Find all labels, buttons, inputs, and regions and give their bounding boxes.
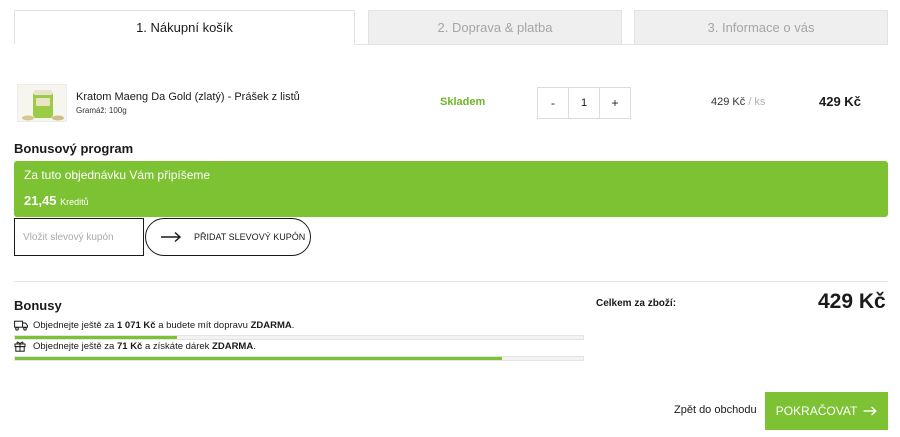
free-shipping-bonus: Objednejte ještě za 1 071 Kč a budete mí… — [14, 319, 294, 331]
gift-bonus-middle: a získáte dárek — [144, 340, 210, 352]
free-gift-progress-fill — [15, 357, 503, 360]
add-coupon-label: PŘIDAT SLEVOVÝ KUPÓN — [194, 232, 306, 242]
arrow-right-icon — [160, 231, 184, 243]
quantity-decrease-button[interactable]: - — [538, 88, 569, 118]
order-total-value: 429 Kč — [818, 290, 886, 313]
shipping-bonus-prefix: Objednejte ještě za — [33, 319, 115, 331]
product-image[interactable] — [17, 84, 67, 122]
section-divider — [14, 281, 888, 282]
gift-bonus-amount: 71 Kč — [116, 340, 143, 352]
product-weight: Gramáž: 100g — [76, 106, 127, 115]
add-coupon-button[interactable]: PŘIDAT SLEVOVÝ KUPÓN — [145, 218, 311, 256]
shipping-bonus-reward: ZDARMA — [250, 319, 292, 331]
coupon-input[interactable] — [14, 218, 144, 256]
bonus-program-heading: Bonusový program — [14, 141, 134, 156]
shipping-bonus-amount: 1 071 Kč — [116, 319, 156, 331]
unit-price-value: 429 Kč — [711, 96, 746, 108]
order-total-label: Celkem za zboží: — [596, 298, 677, 309]
stock-status: Skladem — [440, 96, 486, 108]
back-to-shop-link[interactable]: Zpět do obchodu — [674, 404, 757, 416]
unit-price-suffix: / ks — [748, 96, 766, 108]
gift-bonus-end: . — [253, 340, 256, 352]
continue-label: POKRAČOVAT — [775, 404, 858, 418]
cart-item-row: Kratom Maeng Da Gold (zlatý) - Prášek z … — [14, 80, 888, 126]
arrow-right-icon — [863, 406, 878, 416]
shipping-bonus-middle: a budete mít dopravu — [158, 319, 248, 331]
quantity-value[interactable]: 1 — [569, 88, 599, 118]
product-name[interactable]: Kratom Maeng Da Gold (zlatý) - Prášek z … — [76, 91, 300, 103]
bonuses-heading: Bonusy — [14, 298, 62, 313]
bonus-credits-amount: 21,45 — [24, 193, 57, 208]
bonus-credits-unit: Kreditů — [60, 197, 89, 207]
quantity-stepper: - 1 + — [537, 87, 631, 119]
continue-button[interactable]: POKRAČOVAT — [765, 392, 888, 430]
free-gift-bonus: Objednejte ještě za 71 Kč a získáte dáre… — [14, 340, 256, 352]
free-gift-progress-bar — [14, 356, 584, 361]
tab-customer-info[interactable]: 3. Informace o vás — [634, 10, 888, 45]
bonus-program-text: Za tuto objednávku Vám připíšeme — [24, 168, 211, 182]
truck-icon — [14, 319, 28, 331]
gift-bonus-reward: ZDARMA — [212, 340, 254, 352]
tab-shipping-payment[interactable]: 2. Doprava & platba — [368, 10, 622, 45]
tab-cart[interactable]: 1. Nákupní košík — [14, 10, 355, 45]
free-shipping-progress-fill — [15, 336, 178, 339]
bonus-credits: 21,45 Kreditů — [24, 193, 89, 208]
gift-bonus-prefix: Objednejte ještě za — [33, 340, 115, 352]
gift-icon — [14, 340, 28, 352]
item-total-price: 429 Kč — [819, 94, 861, 109]
unit-price: 429 Kč / ks — [711, 96, 765, 108]
shipping-bonus-end: . — [291, 319, 295, 331]
quantity-increase-button[interactable]: + — [599, 88, 630, 118]
checkout-steps: 1. Nákupní košík 2. Doprava & platba 3. … — [14, 10, 888, 45]
bonus-program-banner: Za tuto objednávku Vám připíšeme 21,45 K… — [14, 161, 888, 217]
